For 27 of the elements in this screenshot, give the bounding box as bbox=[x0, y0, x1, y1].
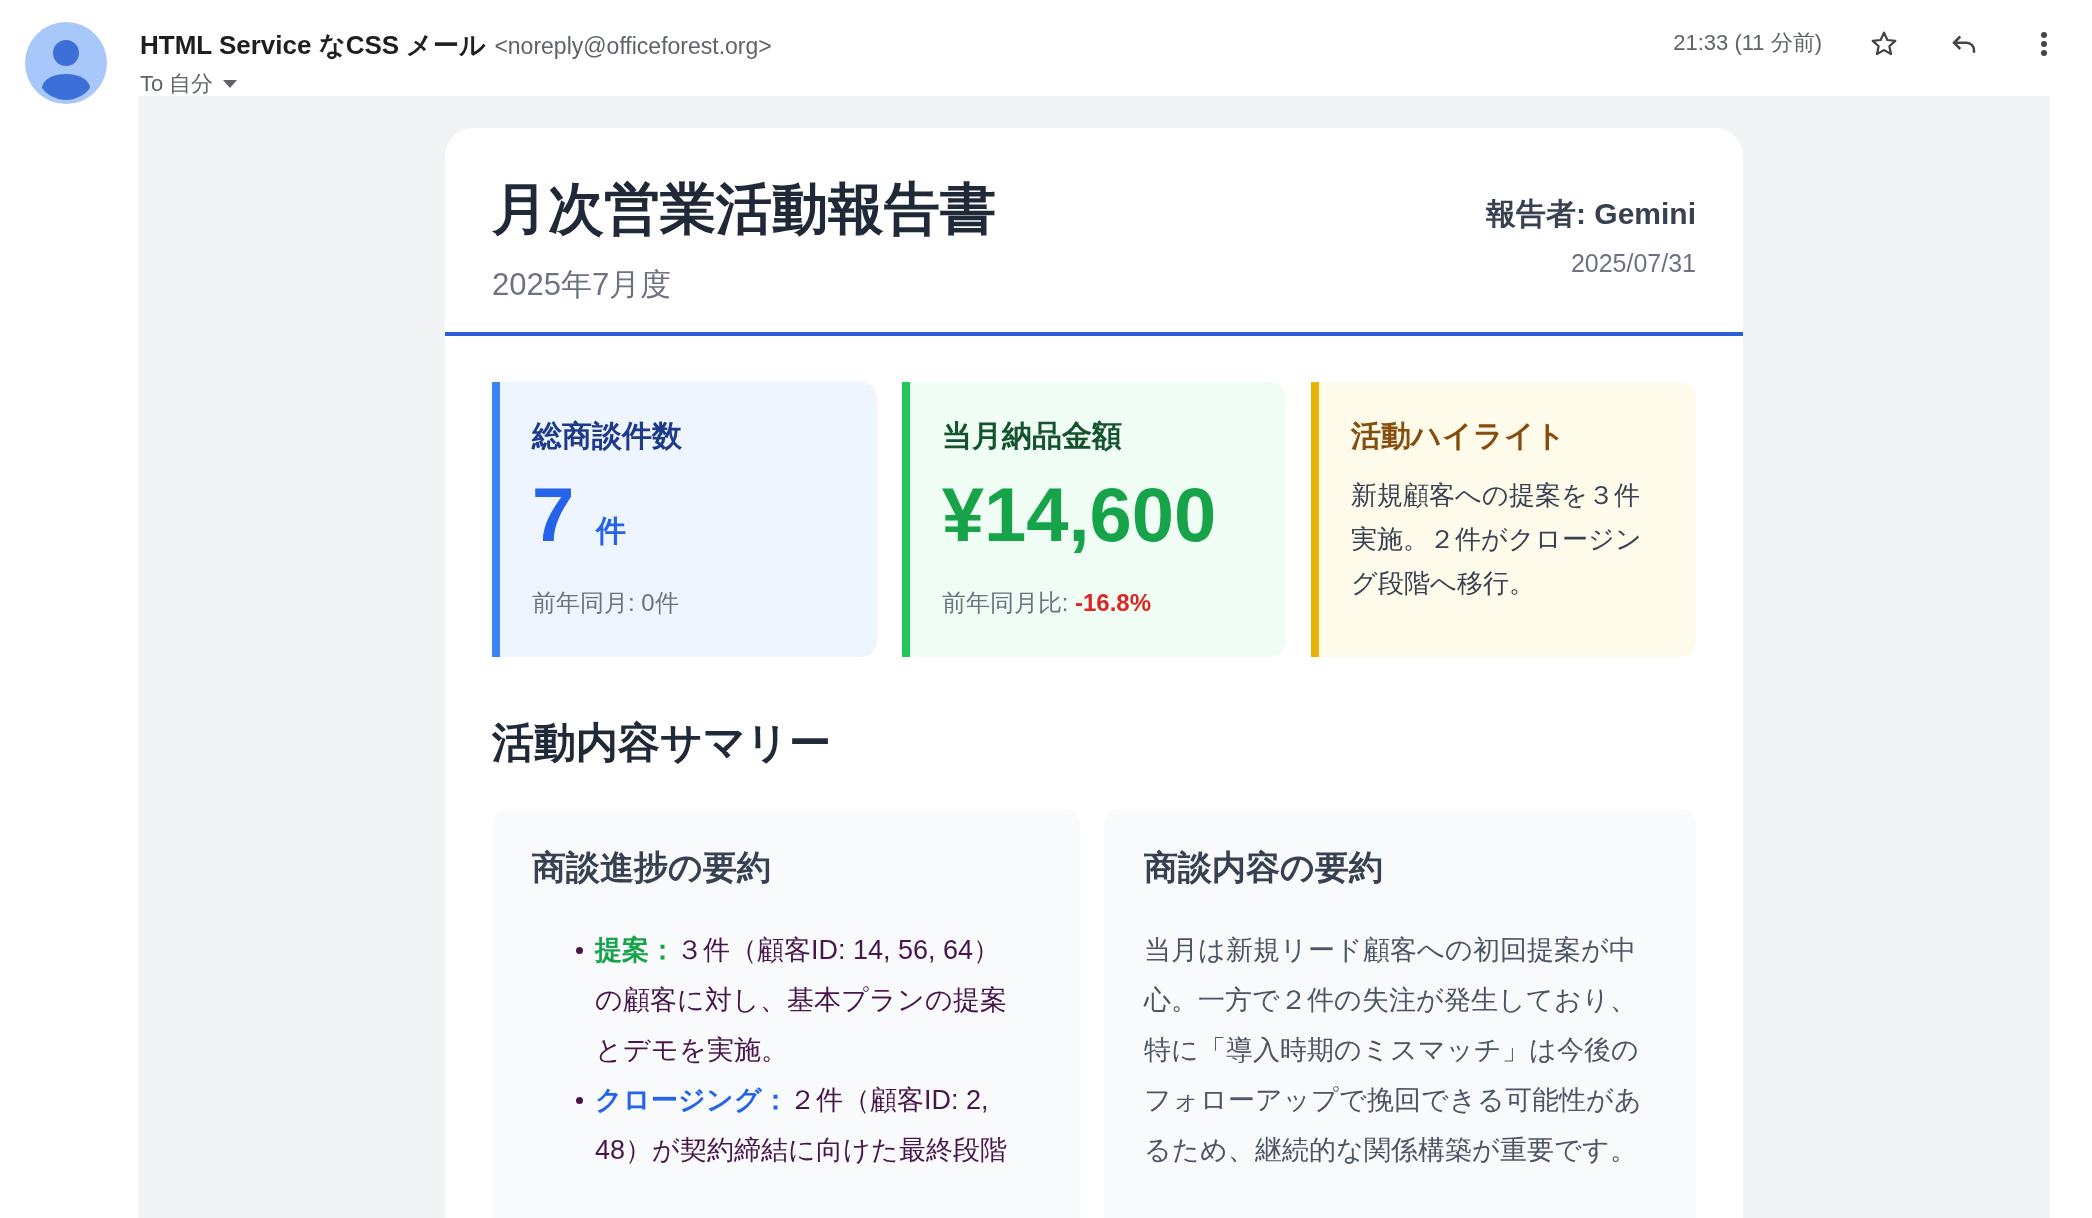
email-time: 21:33 (11 分前) bbox=[1673, 29, 1822, 57]
avatar-icon bbox=[25, 22, 107, 104]
stat-note: 前年同月比: -16.8% bbox=[941, 588, 1153, 618]
reporter: 報告者: Gemini bbox=[1486, 196, 1696, 232]
report-date: 2025/07/31 bbox=[1570, 249, 1696, 278]
sender-address: <noreply@officeforest.org> bbox=[494, 33, 772, 60]
stat-title: 活動ハイライト bbox=[1351, 418, 1568, 454]
stat-title: 総商談件数 bbox=[532, 418, 683, 454]
highlight-text: 新規顧客への提案を３件実施。２件がクロージング段階へ移行。 bbox=[1351, 479, 1644, 600]
stat-value: ¥14,600 bbox=[941, 477, 1217, 553]
list-item-text: クロージング：２件（顧客ID: 2, 48）が契約締結に向けた最終段階 bbox=[595, 1084, 1009, 1167]
bullet-icon bbox=[576, 1097, 583, 1104]
stat-value: 7 bbox=[532, 477, 575, 553]
summary-paragraph: 当月は新規リード顧客への初回提案が中心。一方で２件の失注が発生しており、特に「導入時期のミスマッチ」は今後のフォローアップで挽回できる可能性があるため、継続的な関係構築が重要です。 bbox=[1144, 934, 1643, 1167]
section-heading: 活動内容サマリー bbox=[492, 718, 832, 768]
stat-title: 当月納品金額 bbox=[941, 418, 1123, 454]
sender-name: HTML Service なCSS メール bbox=[140, 29, 487, 62]
recipient-dropdown[interactable]: To 自分 bbox=[140, 69, 1674, 99]
panel-title: 商談内容の要約 bbox=[1144, 847, 1384, 888]
stat-note: 前年同月: 0件 bbox=[532, 588, 680, 618]
panel-title: 商談進捗の要約 bbox=[532, 847, 772, 888]
caret-icon bbox=[223, 80, 238, 88]
list-item-text: 提案：３件（顧客ID: 14, 56, 64）の顧客に対し、基本プランの提案とデモを実施。 bbox=[595, 934, 1008, 1067]
report-period: 2025年7月度 bbox=[492, 266, 673, 304]
bullet-icon bbox=[576, 947, 583, 954]
report-title: 月次営業活動報告書 bbox=[492, 176, 996, 242]
stat-unit: 件 bbox=[596, 513, 627, 549]
